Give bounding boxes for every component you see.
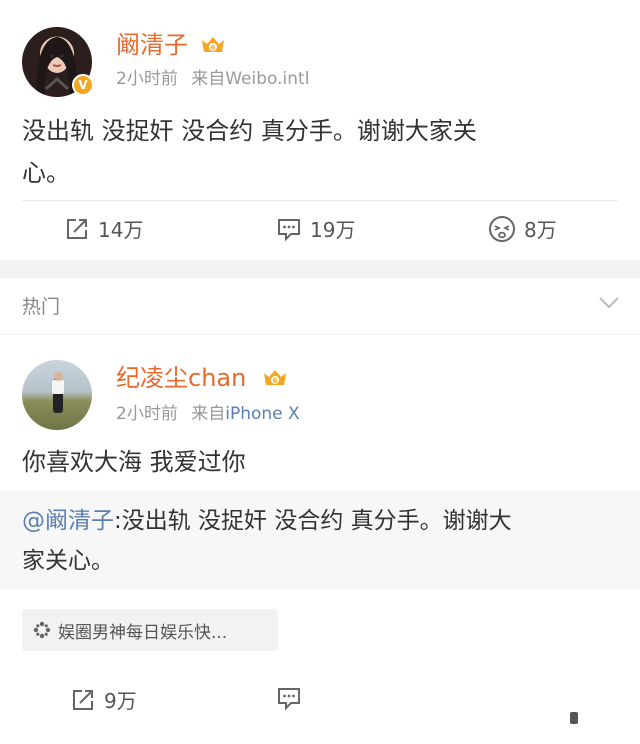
hot-section-header[interactable]: 热门 [0, 278, 640, 334]
topic-icon [33, 621, 51, 639]
comment-button[interactable]: 19万 [276, 214, 355, 243]
post-source[interactable]: iPhone X [225, 404, 299, 424]
comment-button[interactable] [276, 685, 302, 711]
mention-link[interactable]: @阚清子 [22, 508, 114, 534]
post-card-1: V 阚清子 6 2小时前 来自Weibo.intl 没出轨 没捉奸 没合约 真分… [0, 0, 640, 260]
repost-button[interactable]: 14万 [64, 214, 143, 243]
post-text-line: 心。 [22, 159, 70, 187]
source-prefix: 来自 [191, 69, 226, 89]
svg-text:6: 6 [273, 377, 278, 385]
post-text: 你喜欢大海 我爱过你 [22, 448, 246, 476]
hot-section-label: 热门 [22, 296, 61, 318]
like-button[interactable]: 8万 [488, 214, 557, 243]
verified-badge: V [72, 74, 94, 96]
repost-icon [73, 689, 93, 710]
post-source: Weibo.intl [225, 69, 310, 89]
crown-badge-icon: 6 [202, 37, 224, 52]
avatar[interactable] [22, 360, 92, 430]
repost-count: 14万 [98, 218, 144, 242]
crown-badge-icon: 6 [264, 370, 286, 385]
username[interactable]: 纪凌尘chan [116, 363, 246, 393]
like-face-icon [489, 215, 515, 242]
post-time: 2小时前 [116, 404, 178, 424]
post-text-line: 没出轨 没捉奸 没合约 真分手。谢谢大家关 [22, 117, 477, 145]
repost-icon [67, 218, 87, 239]
comment-icon [278, 218, 300, 241]
cursor-mark [570, 712, 578, 724]
reposted-text-line: :没出轨 没捉奸 没合约 真分手。谢谢大 [114, 508, 512, 534]
reposted-text-line: 家关心。 [22, 548, 114, 574]
avatar-figure-head [54, 372, 63, 381]
post-meta: 2小时前 来自iPhone X [116, 403, 300, 425]
repost-button[interactable]: 9万 [70, 685, 137, 714]
divider [22, 200, 618, 201]
repost-count: 9万 [104, 689, 137, 713]
svg-text:6: 6 [211, 44, 216, 52]
reposted-content[interactable]: @阚清子:没出轨 没捉奸 没合约 真分手。谢谢大 家关心。 [0, 491, 640, 589]
username[interactable]: 阚清子 [116, 30, 188, 60]
post-text: 没出轨 没捉奸 没合约 真分手。谢谢大家关 心。 [22, 110, 622, 194]
source-prefix: 来自 [191, 404, 226, 424]
topic-chip-label: 娱圈男神每日娱乐快... [58, 622, 228, 643]
chevron-down-icon[interactable] [598, 296, 620, 310]
post-time: 2小时前 [116, 69, 178, 89]
comment-icon [278, 688, 300, 711]
post-card-2: 纪凌尘chan 6 2小时前 来自iPhone X 你喜欢大海 我爱过你 @阚清… [0, 335, 640, 744]
reposted-text: @阚清子:没出轨 没捉奸 没合约 真分手。谢谢大 家关心。 [22, 501, 622, 581]
comment-count: 19万 [310, 218, 356, 242]
post-meta: 2小时前 来自Weibo.intl [116, 68, 309, 90]
avatar-figure-shirt [52, 380, 64, 394]
like-count: 8万 [524, 218, 557, 242]
topic-chip[interactable]: 娱圈男神每日娱乐快... [22, 609, 278, 651]
